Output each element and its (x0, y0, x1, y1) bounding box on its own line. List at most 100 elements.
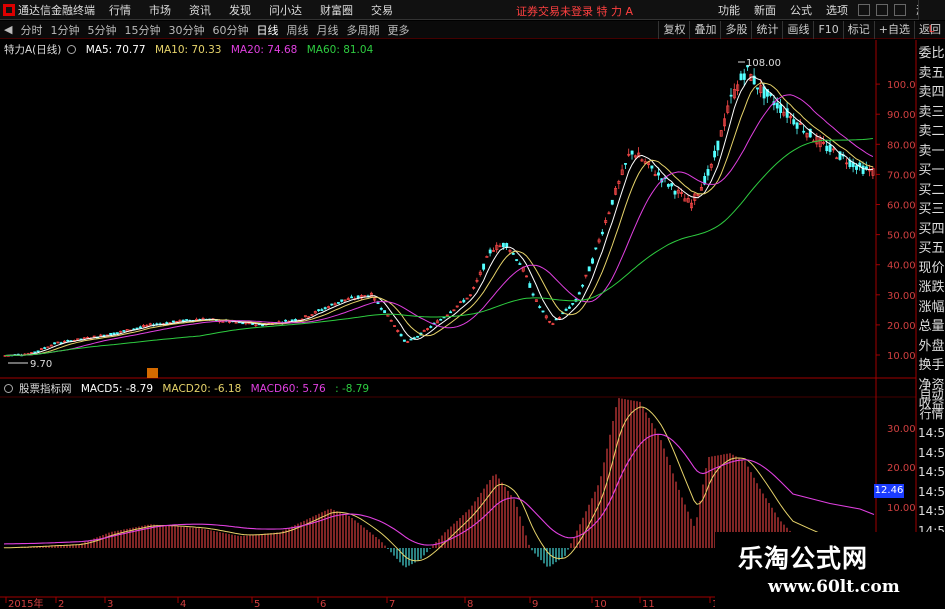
price-tick-label: 30.00 (887, 291, 916, 302)
candle-body (241, 322, 245, 325)
candle-body (673, 190, 677, 195)
side-tick-label[interactable]: 行情 (918, 405, 945, 425)
candle-body (729, 94, 733, 97)
side-quote-label: 委比 (918, 46, 945, 61)
ma10-line (4, 82, 874, 356)
candle-body (792, 119, 796, 125)
side-quote-label: 卖五 (918, 65, 945, 81)
price-tick-label: 100.0 (887, 80, 916, 91)
candle-body (290, 319, 294, 322)
side-quote-label: 涨跌 (918, 280, 945, 295)
candle-body (138, 326, 142, 329)
candle-body (630, 150, 634, 155)
candle-body (429, 326, 433, 328)
time-tick-label: 2 (58, 599, 64, 609)
candle-body (43, 347, 47, 349)
price-tick-label: 80.00 (887, 140, 916, 151)
candle-body (284, 319, 288, 322)
side-quote-label: 卖二 (918, 124, 945, 139)
candle-body (657, 172, 660, 176)
side-tick-label: 14:50 (918, 504, 945, 518)
event-marker-icon[interactable] (147, 368, 158, 378)
candle-body (488, 249, 492, 254)
side-quote-label: 涨幅 (918, 299, 945, 315)
candle-body (485, 256, 489, 258)
candle-body (624, 163, 627, 165)
candle-body (528, 283, 532, 288)
candle-body (383, 310, 387, 314)
candle-body (600, 231, 604, 235)
side-quote-label: 卖三 (918, 104, 945, 120)
candle-body (594, 247, 598, 250)
macd-tick-label: 30.00 (887, 424, 916, 435)
side-quote-panel: 委比 卖五 卖四 卖三 卖二 卖一 买一 买二 买三 买四 买五 现价 涨跌 涨幅 总量 外盘 换手 净资 收益 (918, 44, 945, 415)
candle-body (587, 266, 591, 272)
side-quote-label: 买一 (918, 163, 945, 178)
candle-body (511, 253, 515, 255)
candle-body (581, 284, 585, 287)
price-tick-label: 50.00 (887, 231, 916, 242)
candle-body (501, 242, 505, 248)
time-tick-label: 10 (594, 599, 607, 609)
price-tick-label: 70.00 (887, 170, 916, 181)
side-quote-label: 买四 (918, 221, 945, 237)
kline-chart[interactable]: 100.0 90.00 80.00 70.00 60.00 50.00 40.00 30.00… (0, 0, 918, 609)
candle-body (115, 332, 119, 334)
candle-body (379, 308, 383, 310)
side-quote-label: 现价 (918, 260, 945, 276)
candle-body (713, 150, 717, 158)
candle-body (356, 295, 360, 299)
price-tick-label: 60.00 (887, 201, 916, 212)
candle-body (340, 299, 344, 302)
price-tick-label: 40.00 (887, 261, 916, 272)
time-tick-label: 11 (642, 599, 655, 609)
candle-body (666, 184, 670, 187)
ma5-line (4, 76, 873, 356)
candle-body (330, 303, 334, 306)
side-tick-label[interactable]: 自动 (918, 385, 945, 405)
candle-body (482, 263, 486, 270)
candle-body (670, 183, 674, 187)
candle-body (564, 308, 568, 311)
side-quote-label: 总量 (918, 319, 945, 334)
current-price-tag: 12.46 (874, 484, 904, 498)
time-tick-label: 6 (320, 599, 326, 609)
candle-body (795, 122, 799, 129)
side-quote-label: 买五 (918, 241, 945, 256)
candle-body (294, 319, 297, 322)
time-tick-label: 5 (254, 599, 260, 609)
macd-tick-label: 10.00 (887, 503, 916, 514)
side-quote-label: 卖四 (918, 85, 945, 100)
candle-body (171, 320, 175, 323)
side-quote-label: 卖一 (918, 143, 945, 159)
candle-body (779, 104, 783, 113)
candle-body (541, 310, 545, 313)
candle-body (775, 102, 779, 109)
side-quote-label: 换手 (918, 358, 945, 373)
candle-body (317, 309, 321, 312)
candle-body (320, 309, 324, 311)
candle-body (399, 334, 403, 337)
candle-body (742, 73, 746, 80)
macd60-line (3, 433, 875, 546)
side-level-icon[interactable]: L (918, 21, 945, 39)
watermark-url: www.60lt.com (768, 577, 900, 597)
side-tick-label: 14:50 (918, 465, 945, 479)
side-quote-label: 买三 (918, 202, 945, 217)
candle-body (122, 330, 126, 332)
time-tick-label: 2015年 (8, 597, 43, 609)
candle-body (861, 165, 865, 174)
candle-body (716, 140, 720, 151)
side-tick-label: 14:50 (918, 445, 945, 460)
candle-body (439, 318, 443, 321)
candle-body (409, 338, 413, 341)
candle-body (112, 332, 116, 335)
candle-body (109, 332, 113, 336)
side-quote-label: 买二 (918, 182, 945, 198)
candle-body (46, 346, 50, 349)
candle-body (53, 342, 57, 345)
candle-body (706, 169, 710, 176)
candle-body (538, 306, 542, 308)
side-tick-label: 14:50 (918, 426, 945, 440)
candle-body (739, 73, 743, 81)
